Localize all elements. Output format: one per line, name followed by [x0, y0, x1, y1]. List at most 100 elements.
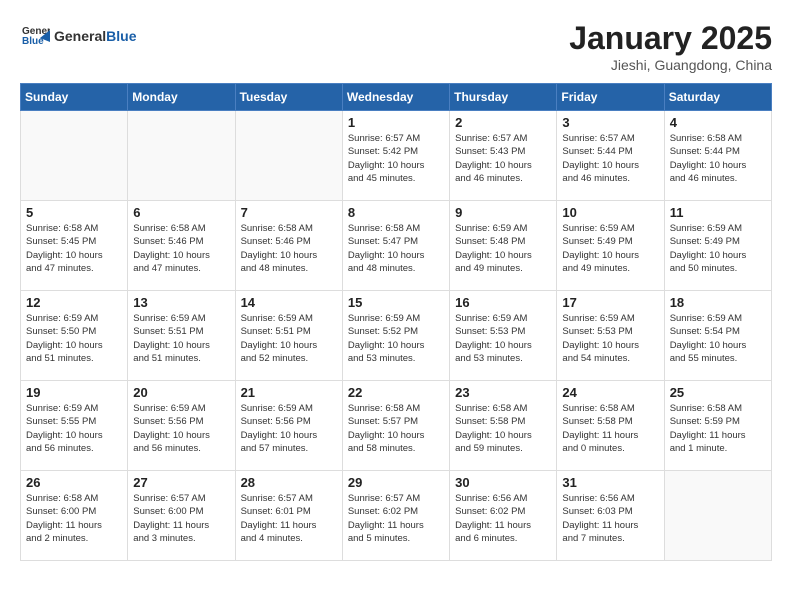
day-info: Sunrise: 6:58 AM Sunset: 5:44 PM Dayligh…: [670, 132, 766, 185]
calendar-week-row: 5 Sunrise: 6:58 AM Sunset: 5:45 PM Daylig…: [21, 201, 772, 291]
day-number: 30: [455, 475, 551, 490]
calendar-week-row: 12 Sunrise: 6:59 AM Sunset: 5:50 PM Dayli…: [21, 291, 772, 381]
header: General Blue GeneralBlue January 2025 Ji…: [20, 20, 772, 73]
day-number: 23: [455, 385, 551, 400]
weekday-header-tuesday: Tuesday: [235, 84, 342, 111]
day-info: Sunrise: 6:59 AM Sunset: 5:51 PM Dayligh…: [241, 312, 337, 365]
location: Jieshi, Guangdong, China: [569, 57, 772, 73]
day-info: Sunrise: 6:59 AM Sunset: 5:49 PM Dayligh…: [562, 222, 658, 275]
calendar-cell: 18Sunrise: 6:59 AM Sunset: 5:54 PM Dayli…: [664, 291, 771, 381]
calendar-week-row: 1 Sunrise: 6:57 AM Sunset: 5:42 PM Daylig…: [21, 111, 772, 201]
day-number: 26: [26, 475, 122, 490]
day-number: 15: [348, 295, 444, 310]
calendar-cell: 13 Sunrise: 6:59 AM Sunset: 5:51 PM Dayli…: [128, 291, 235, 381]
day-number: 25: [670, 385, 766, 400]
day-number: 2: [455, 115, 551, 130]
weekday-header-sunday: Sunday: [21, 84, 128, 111]
day-info: Sunrise: 6:59 AM Sunset: 5:53 PM Dayligh…: [562, 312, 658, 365]
day-info: Sunrise: 6:57 AM Sunset: 6:01 PM Dayligh…: [241, 492, 337, 545]
day-number: 9: [455, 205, 551, 220]
logo: General Blue GeneralBlue: [20, 20, 136, 50]
day-info: Sunrise: 6:59 AM Sunset: 5:54 PM Dayligh…: [670, 312, 766, 365]
calendar-cell: 3Sunrise: 6:57 AM Sunset: 5:44 PM Daylig…: [557, 111, 664, 201]
day-info: Sunrise: 6:57 AM Sunset: 5:43 PM Dayligh…: [455, 132, 551, 185]
calendar-cell: 4 Sunrise: 6:58 AM Sunset: 5:44 PM Daylig…: [664, 111, 771, 201]
day-number: 20: [133, 385, 229, 400]
day-info: Sunrise: 6:57 AM Sunset: 5:42 PM Dayligh…: [348, 132, 444, 185]
day-info: Sunrise: 6:59 AM Sunset: 5:53 PM Dayligh…: [455, 312, 551, 365]
day-info: Sunrise: 6:59 AM Sunset: 5:50 PM Dayligh…: [26, 312, 122, 365]
calendar-cell: 9 Sunrise: 6:59 AM Sunset: 5:48 PM Daylig…: [450, 201, 557, 291]
calendar: SundayMondayTuesdayWednesdayThursdayFrid…: [20, 83, 772, 561]
day-info: Sunrise: 6:58 AM Sunset: 5:59 PM Dayligh…: [670, 402, 766, 455]
calendar-cell: 21Sunrise: 6:59 AM Sunset: 5:56 PM Dayli…: [235, 381, 342, 471]
weekday-header-friday: Friday: [557, 84, 664, 111]
day-number: 27: [133, 475, 229, 490]
logo-blue: Blue: [106, 28, 136, 44]
day-info: Sunrise: 6:59 AM Sunset: 5:56 PM Dayligh…: [133, 402, 229, 455]
day-number: 5: [26, 205, 122, 220]
calendar-cell: 11 Sunrise: 6:59 AM Sunset: 5:49 PM Dayli…: [664, 201, 771, 291]
day-info: Sunrise: 6:58 AM Sunset: 5:58 PM Dayligh…: [455, 402, 551, 455]
day-info: Sunrise: 6:59 AM Sunset: 5:55 PM Dayligh…: [26, 402, 122, 455]
day-info: Sunrise: 6:57 AM Sunset: 6:02 PM Dayligh…: [348, 492, 444, 545]
day-info: Sunrise: 6:59 AM Sunset: 5:48 PM Dayligh…: [455, 222, 551, 275]
day-number: 14: [241, 295, 337, 310]
logo-icon: General Blue: [20, 20, 50, 50]
calendar-cell: 25 Sunrise: 6:58 AM Sunset: 5:59 PM Dayli…: [664, 381, 771, 471]
day-number: 16: [455, 295, 551, 310]
calendar-cell: 1 Sunrise: 6:57 AM Sunset: 5:42 PM Daylig…: [342, 111, 449, 201]
weekday-header-wednesday: Wednesday: [342, 84, 449, 111]
day-number: 4: [670, 115, 766, 130]
month-title: January 2025: [569, 20, 772, 57]
calendar-cell: 27 Sunrise: 6:57 AM Sunset: 6:00 PM Dayli…: [128, 471, 235, 561]
day-info: Sunrise: 6:58 AM Sunset: 5:58 PM Dayligh…: [562, 402, 658, 455]
day-info: Sunrise: 6:57 AM Sunset: 5:44 PM Dayligh…: [562, 132, 658, 185]
logo-general: General: [54, 28, 106, 44]
day-info: Sunrise: 6:58 AM Sunset: 5:45 PM Dayligh…: [26, 222, 122, 275]
calendar-week-row: 19 Sunrise: 6:59 AM Sunset: 5:55 PM Dayli…: [21, 381, 772, 471]
day-number: 6: [133, 205, 229, 220]
day-number: 13: [133, 295, 229, 310]
calendar-cell: 12 Sunrise: 6:59 AM Sunset: 5:50 PM Dayli…: [21, 291, 128, 381]
day-info: Sunrise: 6:58 AM Sunset: 5:46 PM Dayligh…: [241, 222, 337, 275]
day-info: Sunrise: 6:59 AM Sunset: 5:49 PM Dayligh…: [670, 222, 766, 275]
calendar-cell: 2 Sunrise: 6:57 AM Sunset: 5:43 PM Daylig…: [450, 111, 557, 201]
calendar-cell: 26Sunrise: 6:58 AM Sunset: 6:00 PM Dayli…: [21, 471, 128, 561]
calendar-cell: 20 Sunrise: 6:59 AM Sunset: 5:56 PM Dayli…: [128, 381, 235, 471]
day-number: 10: [562, 205, 658, 220]
weekday-header-thursday: Thursday: [450, 84, 557, 111]
calendar-week-row: 26Sunrise: 6:58 AM Sunset: 6:00 PM Dayli…: [21, 471, 772, 561]
day-info: Sunrise: 6:59 AM Sunset: 5:56 PM Dayligh…: [241, 402, 337, 455]
calendar-cell: 28Sunrise: 6:57 AM Sunset: 6:01 PM Dayli…: [235, 471, 342, 561]
day-number: 1: [348, 115, 444, 130]
calendar-cell: 29Sunrise: 6:57 AM Sunset: 6:02 PM Dayli…: [342, 471, 449, 561]
day-info: Sunrise: 6:56 AM Sunset: 6:03 PM Dayligh…: [562, 492, 658, 545]
calendar-cell: [664, 471, 771, 561]
title-area: January 2025 Jieshi, Guangdong, China: [569, 20, 772, 73]
calendar-cell: [21, 111, 128, 201]
day-number: 11: [670, 205, 766, 220]
day-number: 22: [348, 385, 444, 400]
calendar-cell: 30Sunrise: 6:56 AM Sunset: 6:02 PM Dayli…: [450, 471, 557, 561]
day-info: Sunrise: 6:58 AM Sunset: 5:46 PM Dayligh…: [133, 222, 229, 275]
calendar-cell: 14 Sunrise: 6:59 AM Sunset: 5:51 PM Dayli…: [235, 291, 342, 381]
day-number: 12: [26, 295, 122, 310]
day-info: Sunrise: 6:57 AM Sunset: 6:00 PM Dayligh…: [133, 492, 229, 545]
calendar-cell: 6 Sunrise: 6:58 AM Sunset: 5:46 PM Daylig…: [128, 201, 235, 291]
calendar-cell: 8Sunrise: 6:58 AM Sunset: 5:47 PM Daylig…: [342, 201, 449, 291]
calendar-cell: 10 Sunrise: 6:59 AM Sunset: 5:49 PM Dayli…: [557, 201, 664, 291]
day-number: 7: [241, 205, 337, 220]
day-number: 19: [26, 385, 122, 400]
day-number: 8: [348, 205, 444, 220]
day-number: 17: [562, 295, 658, 310]
day-info: Sunrise: 6:59 AM Sunset: 5:51 PM Dayligh…: [133, 312, 229, 365]
calendar-cell: 17 Sunrise: 6:59 AM Sunset: 5:53 PM Dayli…: [557, 291, 664, 381]
weekday-header-row: SundayMondayTuesdayWednesdayThursdayFrid…: [21, 84, 772, 111]
calendar-cell: [128, 111, 235, 201]
day-info: Sunrise: 6:58 AM Sunset: 5:57 PM Dayligh…: [348, 402, 444, 455]
calendar-cell: 22 Sunrise: 6:58 AM Sunset: 5:57 PM Dayli…: [342, 381, 449, 471]
calendar-cell: 15Sunrise: 6:59 AM Sunset: 5:52 PM Dayli…: [342, 291, 449, 381]
calendar-cell: [235, 111, 342, 201]
calendar-cell: 24Sunrise: 6:58 AM Sunset: 5:58 PM Dayli…: [557, 381, 664, 471]
